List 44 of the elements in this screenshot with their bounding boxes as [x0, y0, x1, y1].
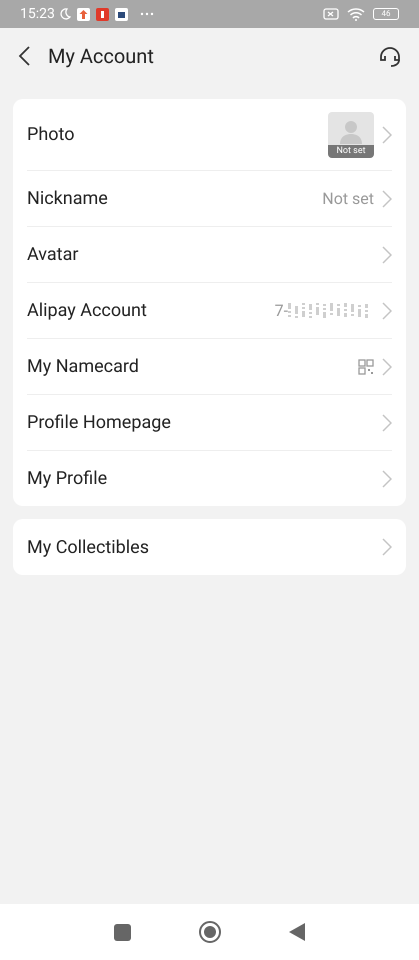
- moon-icon: [58, 8, 71, 20]
- app-notification-icon: [96, 8, 109, 20]
- chevron-right-icon: [382, 358, 392, 376]
- battery-icon: 46: [373, 8, 399, 20]
- home-button[interactable]: [199, 921, 221, 943]
- chevron-right-icon: [382, 414, 392, 432]
- app-notification-icon: [76, 8, 90, 20]
- back-icon: [18, 46, 30, 66]
- row-label: Alipay Account: [27, 299, 147, 323]
- triangle-back-icon: [289, 923, 305, 941]
- chevron-right-icon: [382, 470, 392, 488]
- chevron-right-icon: [382, 538, 392, 556]
- chevron-right-icon: [382, 126, 392, 144]
- page-title: My Account: [48, 43, 154, 70]
- settings-row[interactable]: Nickname Not set: [27, 170, 392, 226]
- recents-button[interactable]: [114, 924, 131, 940]
- row-label: Avatar: [27, 243, 78, 267]
- settings-row[interactable]: Photo Not set: [27, 99, 392, 170]
- chevron-right-icon: [382, 190, 392, 208]
- row-label: Profile Homepage: [27, 411, 171, 435]
- row-label: Nickname: [27, 187, 108, 211]
- back-button[interactable]: [16, 44, 32, 68]
- row-label: My Profile: [27, 467, 108, 491]
- back-nav-button[interactable]: [289, 923, 305, 941]
- settings-row[interactable]: My Namecard: [27, 338, 392, 394]
- row-value: Not set: [322, 188, 374, 210]
- settings-row[interactable]: Avatar: [27, 226, 392, 282]
- wifi-icon: [347, 8, 365, 20]
- more-icon: [140, 12, 154, 16]
- not-set-label: Not set: [328, 144, 374, 158]
- qr-code-icon: [358, 358, 374, 374]
- chevron-right-icon: [382, 246, 392, 264]
- settings-row[interactable]: My Collectibles: [27, 519, 392, 575]
- row-label: My Namecard: [27, 355, 139, 379]
- no-sim-icon: [323, 8, 339, 20]
- row-value: 7-: [274, 300, 288, 322]
- row-label: My Collectibles: [27, 536, 149, 560]
- row-label: Photo: [27, 123, 75, 147]
- settings-row[interactable]: Profile Homepage: [27, 394, 392, 450]
- chevron-right-icon: [382, 302, 392, 320]
- settings-row[interactable]: Alipay Account 7-: [27, 282, 392, 338]
- clock-text: 15:23: [20, 4, 55, 24]
- settings-row[interactable]: My Profile: [27, 450, 392, 506]
- app-notification-icon: [114, 8, 128, 20]
